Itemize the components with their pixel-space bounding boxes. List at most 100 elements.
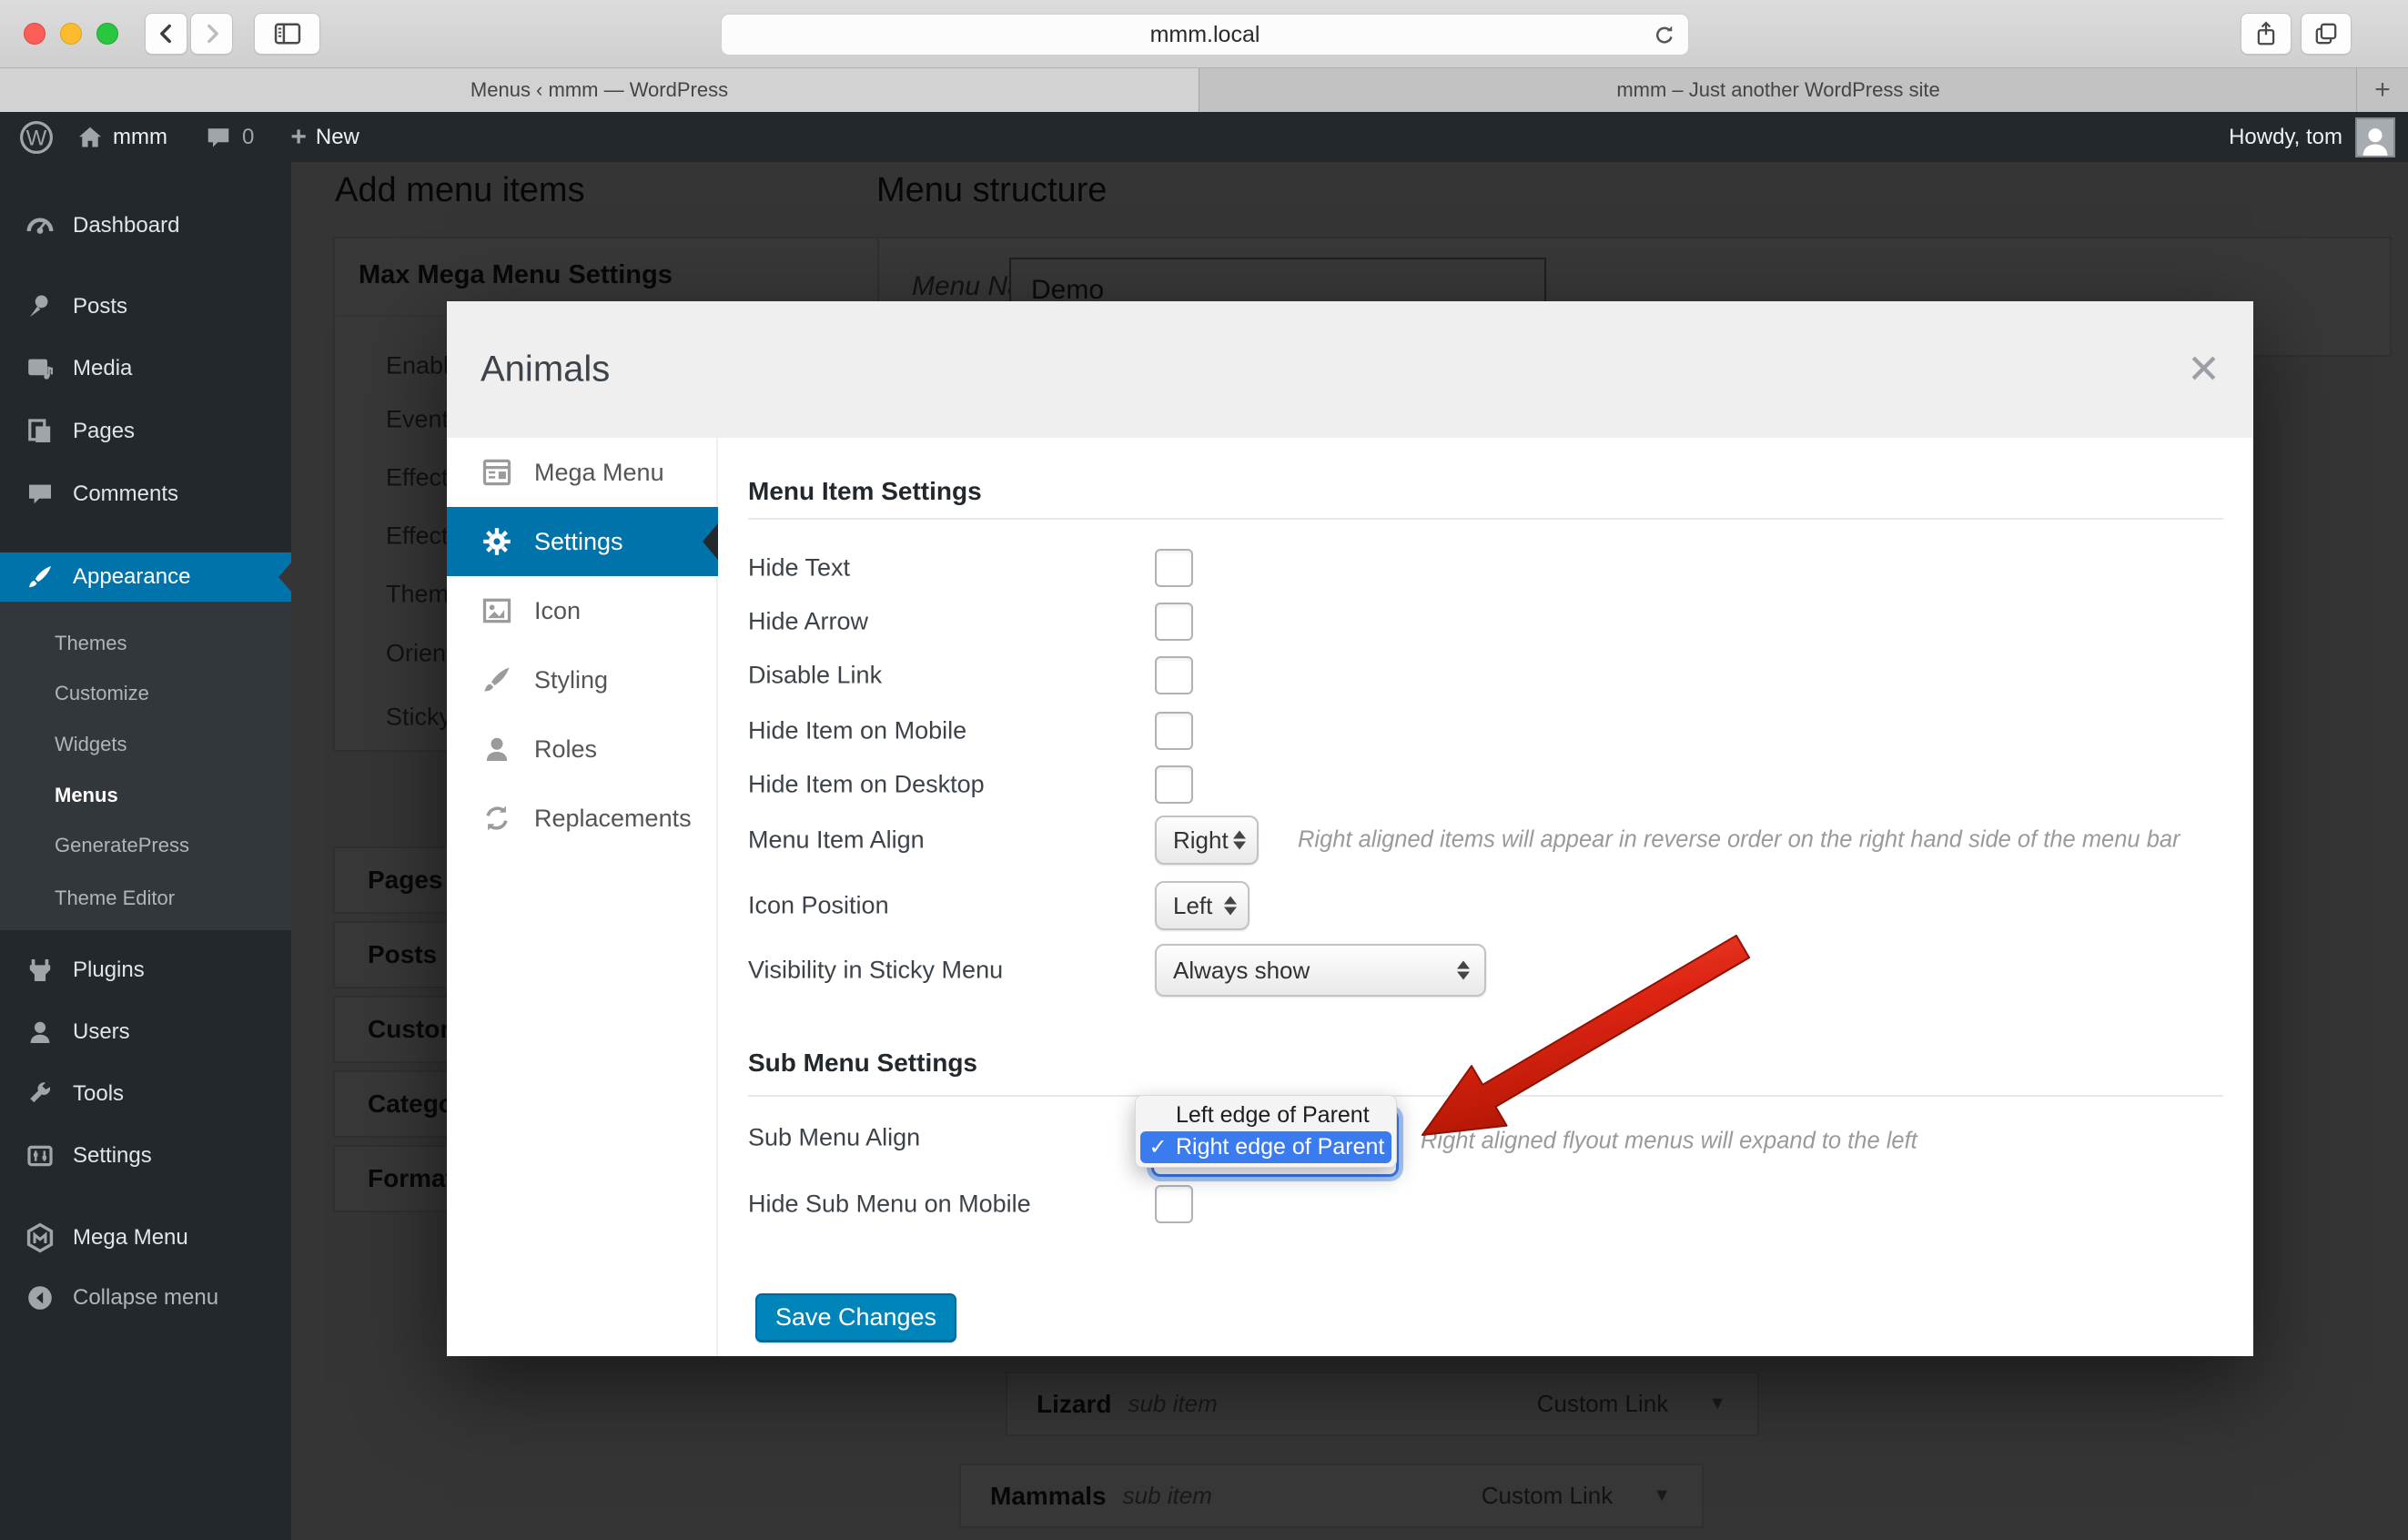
back-button[interactable] bbox=[145, 13, 187, 55]
close-window-button[interactable] bbox=[24, 23, 46, 45]
tab-wordpress-admin[interactable]: Menus ‹ mmm — WordPress bbox=[0, 68, 1199, 112]
collapse-arrow-icon bbox=[22, 1283, 58, 1312]
url-bar[interactable]: mmm.local bbox=[721, 14, 1689, 56]
comments-icon bbox=[22, 480, 58, 509]
sidebar-item-customize[interactable]: Customize bbox=[0, 671, 291, 716]
sidebar-item-label: Settings bbox=[73, 1143, 152, 1168]
sidebar-item-label: Appearance bbox=[73, 564, 191, 589]
sidebar-item-dashboard[interactable]: Dashboard bbox=[0, 195, 291, 257]
paintbrush-icon bbox=[478, 664, 516, 696]
comments-menu[interactable]: 0 bbox=[204, 124, 254, 151]
tab-styling[interactable]: Styling bbox=[447, 645, 718, 714]
submenu-label: Widgets bbox=[55, 733, 127, 755]
save-changes-button[interactable]: Save Changes bbox=[755, 1293, 956, 1342]
tab-title: Menus ‹ mmm — WordPress bbox=[470, 78, 729, 101]
sidebar-item-appearance[interactable]: Appearance bbox=[0, 552, 291, 602]
checkmark-icon: ✓ bbox=[1148, 1135, 1168, 1160]
tab-settings[interactable]: Settings bbox=[447, 507, 718, 576]
pushpin-icon bbox=[22, 292, 58, 321]
dropdown-option-right-edge[interactable]: ✓ Right edge of Parent bbox=[1140, 1131, 1391, 1163]
sidebar-item-posts[interactable]: Posts bbox=[0, 276, 291, 338]
sidebar-item-pages[interactable]: Pages bbox=[0, 400, 291, 462]
tab-icon[interactable]: Icon bbox=[447, 576, 718, 645]
account-menu[interactable]: Howdy, tom bbox=[2229, 117, 2395, 157]
label-hide-item-on-mobile: Hide Item on Mobile bbox=[748, 716, 967, 745]
dropdown-option-left-edge[interactable]: Left edge of Parent bbox=[1140, 1099, 1391, 1131]
sidebar-item-theme-editor[interactable]: Theme Editor bbox=[0, 876, 291, 921]
new-tab-button[interactable]: + bbox=[2357, 68, 2408, 112]
sidebar-item-label: Users bbox=[73, 1019, 130, 1044]
stepper-icon bbox=[1224, 896, 1237, 916]
wrench-icon bbox=[22, 1079, 58, 1109]
close-icon[interactable]: ✕ bbox=[2187, 347, 2221, 393]
new-content-menu[interactable]: + New bbox=[290, 123, 359, 151]
stepper-icon bbox=[1233, 830, 1246, 850]
tab-overview-button[interactable] bbox=[2301, 13, 2352, 55]
wp-sidebar: Dashboard Posts Media Pages Comments App… bbox=[0, 162, 291, 1540]
gear-icon bbox=[478, 525, 516, 558]
divider bbox=[748, 518, 2223, 520]
sidebar-item-collapse-menu[interactable]: Collapse menu bbox=[0, 1267, 291, 1329]
share-icon bbox=[2257, 21, 2275, 46]
option-label: Right edge of Parent bbox=[1176, 1134, 1385, 1160]
media-icon bbox=[22, 354, 58, 383]
sidebar-item-label: Dashboard bbox=[73, 213, 180, 238]
submenu-label: Theme Editor bbox=[55, 887, 176, 909]
sidebar-item-widgets[interactable]: Widgets bbox=[0, 722, 291, 767]
plus-icon: + bbox=[2374, 75, 2391, 105]
pages-icon bbox=[22, 417, 58, 446]
refresh-icon bbox=[478, 802, 516, 835]
site-name-menu[interactable]: mmm bbox=[76, 124, 167, 151]
select-value: Right bbox=[1173, 826, 1229, 854]
sidebar-item-generatepress[interactable]: GeneratePress bbox=[0, 823, 291, 868]
tab-roles[interactable]: Roles bbox=[447, 714, 718, 784]
sidebar-item-mega-menu[interactable]: Mega Menu bbox=[0, 1207, 291, 1269]
sidebar-item-users[interactable]: Users bbox=[0, 1001, 291, 1063]
checkbox-hide-text[interactable] bbox=[1155, 549, 1193, 587]
tab-label: Mega Menu bbox=[534, 458, 664, 486]
checkbox-hide-arrow[interactable] bbox=[1155, 603, 1193, 641]
wp-logo-menu[interactable]: W bbox=[18, 119, 55, 156]
tab-replacements[interactable]: Replacements bbox=[447, 784, 718, 853]
checkbox-hide-item-on-desktop[interactable] bbox=[1155, 765, 1193, 804]
sidebar-item-label: Media bbox=[73, 356, 133, 380]
tab-label: Replacements bbox=[534, 804, 692, 832]
sidebar-item-media[interactable]: Media bbox=[0, 338, 291, 400]
comment-count: 0 bbox=[241, 124, 255, 149]
wp-admin-bar: W mmm 0 + New Howdy, tom bbox=[0, 112, 2408, 162]
sidebar-item-menus[interactable]: Menus bbox=[0, 773, 291, 818]
share-button[interactable] bbox=[2241, 13, 2292, 55]
sidebar-item-settings[interactable]: Settings bbox=[0, 1125, 291, 1187]
tab-mega-menu[interactable]: Mega Menu bbox=[447, 438, 718, 507]
settings-icon bbox=[22, 1141, 58, 1170]
tab-wordpress-site[interactable]: mmm – Just another WordPress site bbox=[1200, 68, 2357, 112]
minimize-window-button[interactable] bbox=[60, 23, 82, 45]
checkbox-disable-link[interactable] bbox=[1155, 656, 1193, 694]
image-icon bbox=[478, 594, 516, 627]
sidebar-item-plugins[interactable]: Plugins bbox=[0, 939, 291, 1001]
sidebar-item-comments[interactable]: Comments bbox=[0, 463, 291, 525]
sidebar-item-label: Comments bbox=[73, 481, 179, 506]
howdy-label: Howdy, tom bbox=[2229, 124, 2342, 149]
checkbox-hide-sub-menu-on-mobile[interactable] bbox=[1155, 1185, 1193, 1223]
home-icon bbox=[79, 127, 101, 147]
select-menu-item-align[interactable]: Right bbox=[1155, 816, 1259, 865]
label-visibility-in-sticky-menu: Visibility in Sticky Menu bbox=[748, 956, 1004, 984]
option-label: Left edge of Parent bbox=[1176, 1102, 1370, 1128]
forward-button[interactable] bbox=[190, 13, 233, 55]
select-icon-position[interactable]: Left bbox=[1155, 881, 1250, 930]
sidebar-item-tools[interactable]: Tools bbox=[0, 1063, 291, 1125]
sidebar-item-label: Pages bbox=[73, 419, 136, 443]
sidebar-item-themes[interactable]: Themes bbox=[0, 621, 291, 666]
sidebar-item-label: Plugins bbox=[73, 957, 145, 982]
sub-menu-align-dropdown: Left edge of Parent ✓ Right edge of Pare… bbox=[1135, 1095, 1397, 1168]
label-hide-item-on-desktop: Hide Item on Desktop bbox=[748, 770, 985, 798]
paintbrush-icon bbox=[22, 562, 58, 592]
zoom-window-button[interactable] bbox=[96, 23, 118, 45]
active-tab-arrow bbox=[703, 523, 718, 560]
reload-icon[interactable] bbox=[1652, 23, 1677, 48]
select-value: Left bbox=[1173, 891, 1213, 919]
mega-menu-settings-modal: Animals ✕ Mega Menu Settings Icon Stylin… bbox=[447, 301, 2253, 1356]
sidebar-toggle-button[interactable] bbox=[254, 13, 320, 55]
checkbox-hide-item-on-mobile[interactable] bbox=[1155, 712, 1193, 750]
